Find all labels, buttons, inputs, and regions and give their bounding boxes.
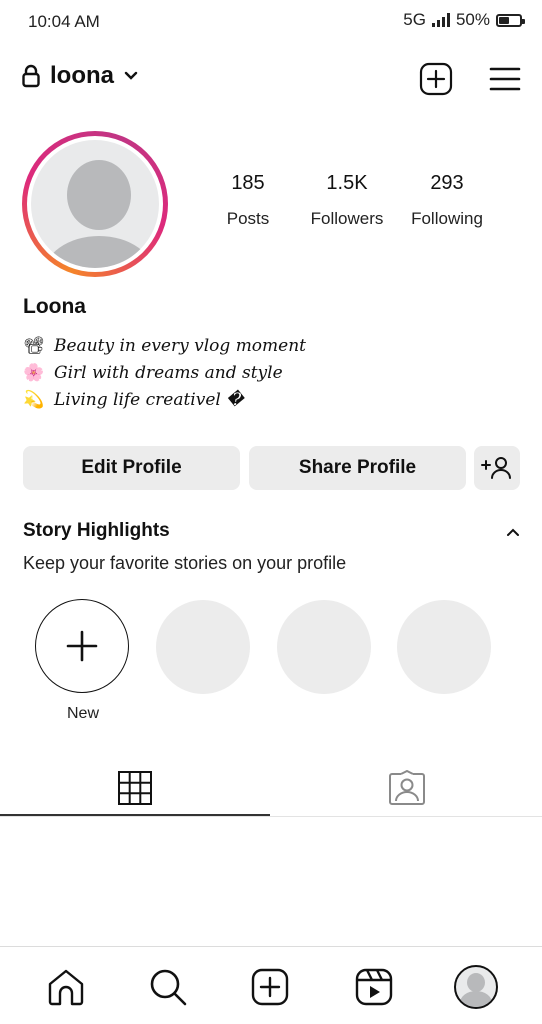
tab-tagged[interactable] xyxy=(272,760,542,816)
profile-picture[interactable] xyxy=(22,131,168,277)
avatar-body xyxy=(460,991,492,1007)
chevron-down-icon xyxy=(124,71,138,80)
stat-value: 185 xyxy=(231,172,265,194)
bio-line: 📽 Beauty in every vlog moment xyxy=(23,333,307,360)
status-indicators: 5G 50% xyxy=(403,10,525,30)
stat-label: Posts xyxy=(226,209,270,228)
bio-text: Living life creativel � xyxy=(54,390,244,410)
stat-value: 1.5K xyxy=(326,172,368,194)
status-time: 10:04 AM xyxy=(28,12,100,31)
flower-icon: 🌸 xyxy=(23,363,45,383)
stat-posts[interactable]: 185 Posts xyxy=(193,172,303,229)
grid-icon xyxy=(118,771,152,805)
highlights-subtitle: Keep your favorite stories on your profi… xyxy=(23,553,347,573)
nav-home[interactable] xyxy=(41,962,91,1012)
dizzy-star-icon: 💫 xyxy=(23,390,45,410)
battery-icon xyxy=(496,13,525,27)
bio-line: 🌸 Girl with dreams and style xyxy=(23,360,306,387)
tab-divider xyxy=(0,816,542,817)
stat-following[interactable]: 293 Following xyxy=(392,172,502,229)
menu-icon xyxy=(489,67,521,91)
add-post-button[interactable] xyxy=(417,60,455,98)
stat-label: Following xyxy=(411,209,483,228)
plus-icon xyxy=(66,630,98,662)
film-camera-icon: 📽 xyxy=(23,336,45,356)
battery-fill xyxy=(499,16,509,24)
menu-button[interactable] xyxy=(486,60,524,98)
bio-line: 💫 Living life creativel � xyxy=(23,387,306,414)
profile-avatar xyxy=(454,965,498,1009)
share-profile-button[interactable]: Share Profile xyxy=(249,446,466,490)
search-icon xyxy=(150,969,187,1006)
stat-followers[interactable]: 1.5K Followers xyxy=(292,172,402,229)
tab-grid[interactable] xyxy=(0,760,270,816)
tagged-person-icon xyxy=(389,770,425,805)
signal-icon xyxy=(431,13,450,27)
highlight-placeholder xyxy=(397,600,491,694)
nav-create[interactable] xyxy=(245,962,295,1012)
bio-text: Girl with dreams and style xyxy=(54,363,283,383)
add-person-icon xyxy=(481,457,511,479)
avatar-border xyxy=(27,136,163,272)
avatar-head xyxy=(467,973,485,992)
lock-icon xyxy=(22,64,40,88)
add-post-icon xyxy=(419,62,453,96)
account-switcher[interactable]: loona xyxy=(22,62,138,90)
reels-icon xyxy=(355,968,393,1006)
highlights-collapse-button[interactable] xyxy=(500,519,526,545)
discover-people-button[interactable] xyxy=(474,446,520,490)
stat-value: 293 xyxy=(430,172,464,194)
username: loona xyxy=(50,62,114,89)
bottom-nav-divider xyxy=(0,946,542,947)
new-highlight-button[interactable] xyxy=(35,599,129,693)
highlights-title: Story Highlights xyxy=(23,520,170,541)
nav-search[interactable] xyxy=(143,962,193,1012)
create-icon xyxy=(251,968,289,1006)
home-icon xyxy=(48,969,84,1006)
nav-profile[interactable] xyxy=(451,962,501,1012)
tab-selected-indicator xyxy=(0,814,270,816)
network-type: 5G xyxy=(403,10,426,29)
nav-reels[interactable] xyxy=(349,962,399,1012)
bio: 📽 Beauty in every vlog moment 🌸 Girl wit… xyxy=(23,333,307,414)
chevron-up-icon xyxy=(507,528,519,536)
new-highlight-label: New xyxy=(66,705,99,722)
battery-percent: 50% xyxy=(455,10,490,29)
highlight-placeholder xyxy=(277,600,371,694)
stat-label: Followers xyxy=(310,209,384,228)
avatar-placeholder-icon xyxy=(31,140,159,268)
avatar-body xyxy=(43,236,155,268)
avatar-head xyxy=(67,160,131,230)
display-name: Loona xyxy=(23,295,86,318)
edit-profile-button[interactable]: Edit Profile xyxy=(23,446,240,490)
highlight-placeholder xyxy=(156,600,250,694)
bio-text: Beauty in every vlog moment xyxy=(54,336,307,356)
